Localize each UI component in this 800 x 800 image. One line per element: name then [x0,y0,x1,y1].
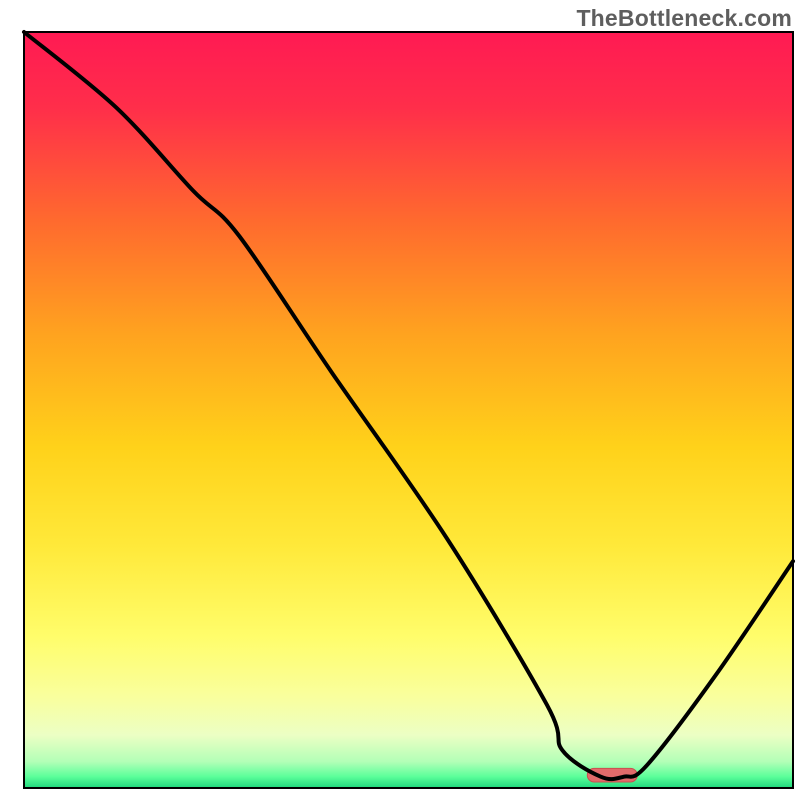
plot-background [24,32,793,788]
chart-container: TheBottleneck.com [0,0,800,800]
bottleneck-chart [0,0,800,800]
watermark-text: TheBottleneck.com [576,5,792,32]
